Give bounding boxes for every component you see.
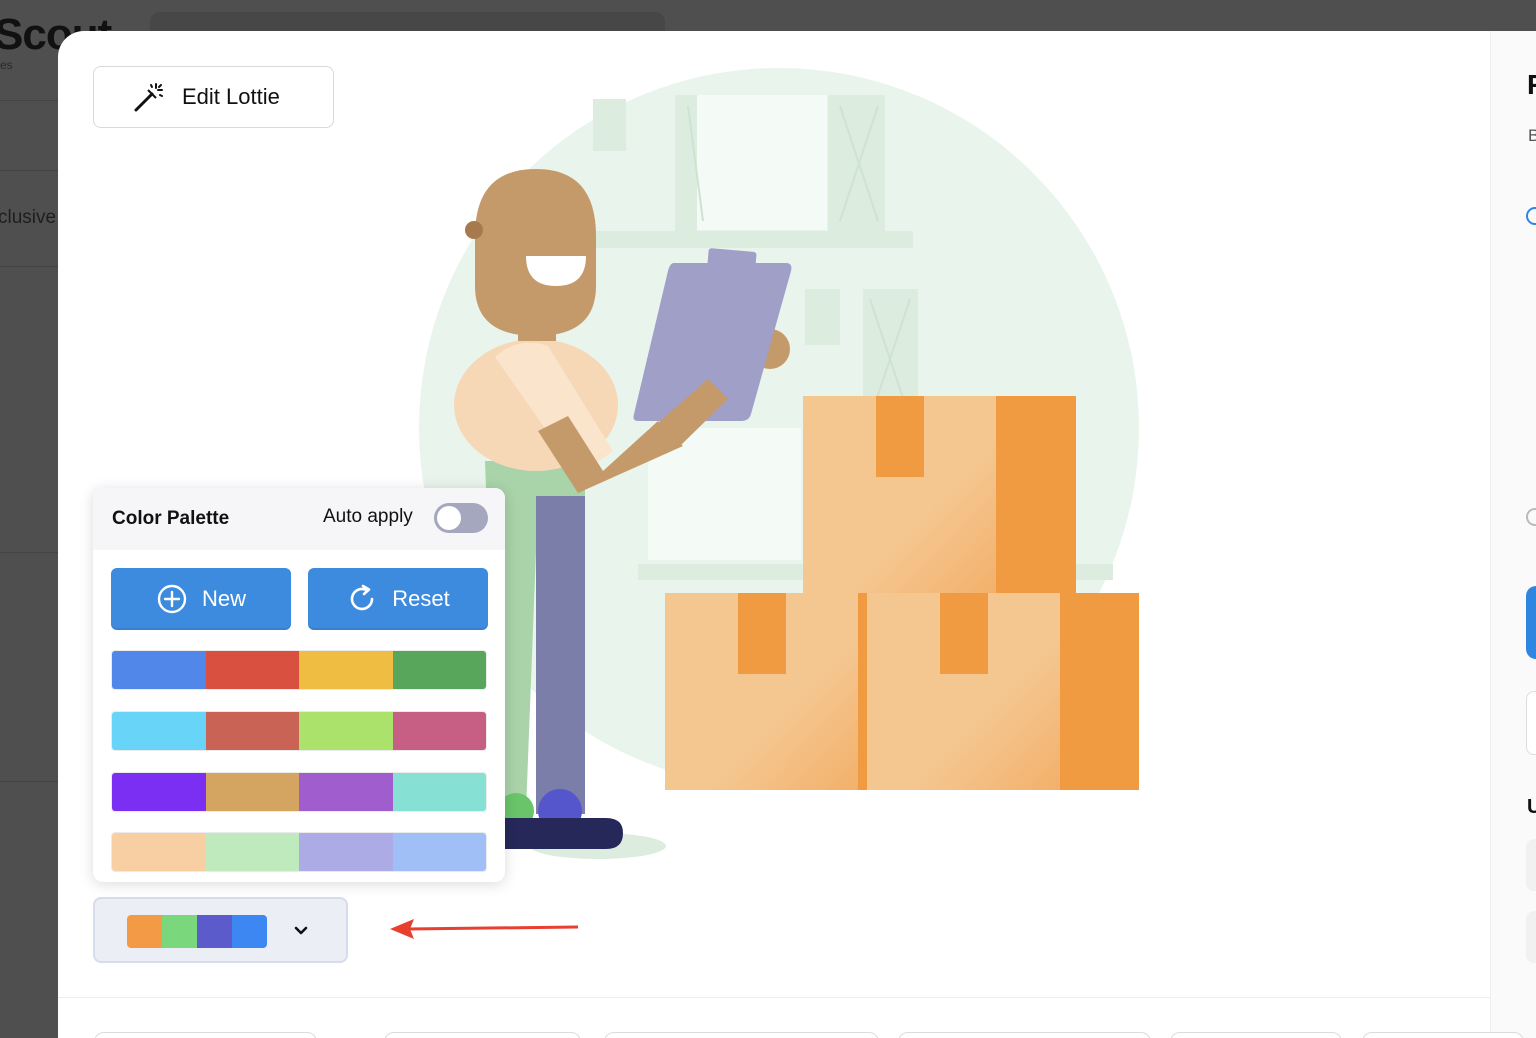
new-palette-button[interactable]: New bbox=[111, 568, 291, 630]
color-swatch bbox=[392, 833, 486, 871]
right-settings-panel: F B U bbox=[1490, 31, 1536, 1038]
footer-divider bbox=[58, 997, 1490, 998]
panel-subtitle: B bbox=[1528, 126, 1536, 145]
lottie-preview-modal: Edit Lottie Color Palette Auto apply New… bbox=[58, 31, 1536, 1038]
palette-dropdown-trigger[interactable] bbox=[93, 897, 348, 963]
panel-radio-option[interactable] bbox=[1526, 207, 1536, 225]
box-bottom-right bbox=[867, 593, 1139, 790]
plus-circle-icon bbox=[157, 584, 187, 614]
background-divider bbox=[0, 170, 58, 171]
panel-primary-button[interactable] bbox=[1526, 586, 1536, 659]
color-swatch bbox=[205, 651, 299, 689]
worker-shoe-dark bbox=[498, 818, 623, 849]
background-nav-item: clusive bbox=[0, 207, 57, 228]
panel-title: F bbox=[1527, 69, 1536, 100]
footer-chip[interactable] bbox=[94, 1032, 317, 1038]
color-palette-popover: Color Palette Auto apply New Reset bbox=[93, 488, 505, 882]
color-swatch bbox=[205, 773, 299, 811]
color-swatch bbox=[205, 712, 299, 750]
color-swatch bbox=[299, 833, 393, 871]
color-swatch bbox=[127, 915, 162, 948]
color-swatch bbox=[162, 915, 197, 948]
color-swatch bbox=[392, 651, 486, 689]
reset-palette-button[interactable]: Reset bbox=[308, 568, 488, 630]
color-swatch bbox=[299, 651, 393, 689]
palette-option[interactable] bbox=[111, 650, 487, 690]
panel-field[interactable] bbox=[1526, 839, 1536, 891]
footer-chip[interactable] bbox=[1170, 1032, 1342, 1038]
chevron-down-icon bbox=[294, 926, 308, 935]
worker-ear bbox=[465, 221, 483, 239]
footer-chip[interactable] bbox=[1362, 1032, 1524, 1038]
color-palette-title: Color Palette bbox=[112, 508, 230, 529]
color-swatch bbox=[392, 712, 486, 750]
color-swatch bbox=[392, 773, 486, 811]
color-swatch bbox=[112, 773, 206, 811]
edit-lottie-label: Edit Lottie bbox=[182, 84, 280, 109]
color-swatch bbox=[232, 915, 267, 948]
panel-input[interactable] bbox=[1526, 691, 1536, 755]
panel-field[interactable] bbox=[1526, 911, 1536, 963]
auto-apply-label: Auto apply bbox=[323, 506, 413, 527]
reset-palette-label: Reset bbox=[392, 586, 450, 611]
background-brand-subtitle: es bbox=[0, 58, 13, 72]
worker-leg bbox=[536, 496, 585, 814]
background-divider bbox=[0, 266, 58, 267]
box-top bbox=[803, 396, 1076, 594]
background-divider bbox=[0, 781, 58, 782]
panel-section-heading: U bbox=[1527, 796, 1536, 818]
annotation-arrow-icon bbox=[390, 919, 579, 939]
footer-chip[interactable] bbox=[384, 1032, 581, 1038]
worker-head bbox=[475, 169, 596, 336]
selected-palette-swatches bbox=[127, 915, 267, 948]
box-bottom-left bbox=[665, 593, 867, 790]
color-swatch bbox=[205, 833, 299, 871]
color-swatch bbox=[112, 712, 206, 750]
auto-apply-toggle[interactable] bbox=[434, 503, 488, 533]
background-divider bbox=[0, 552, 58, 553]
panel-radio-option[interactable] bbox=[1526, 508, 1536, 526]
edit-lottie-button[interactable]: Edit Lottie bbox=[93, 66, 334, 128]
palette-option[interactable] bbox=[111, 772, 487, 812]
color-swatch bbox=[112, 833, 206, 871]
color-swatch bbox=[299, 712, 393, 750]
toggle-knob bbox=[437, 506, 461, 530]
footer-chip[interactable] bbox=[898, 1032, 1151, 1038]
color-swatch bbox=[299, 773, 393, 811]
color-swatch bbox=[197, 915, 232, 948]
reset-icon bbox=[350, 584, 374, 611]
color-swatch bbox=[112, 651, 206, 689]
color-palette-header: Color Palette Auto apply bbox=[93, 488, 505, 550]
new-palette-label: New bbox=[201, 586, 246, 611]
palette-option[interactable] bbox=[111, 832, 487, 872]
palette-option[interactable] bbox=[111, 711, 487, 751]
background-divider bbox=[0, 100, 58, 101]
footer-chip[interactable] bbox=[604, 1032, 879, 1038]
magic-wand-icon bbox=[134, 83, 163, 112]
